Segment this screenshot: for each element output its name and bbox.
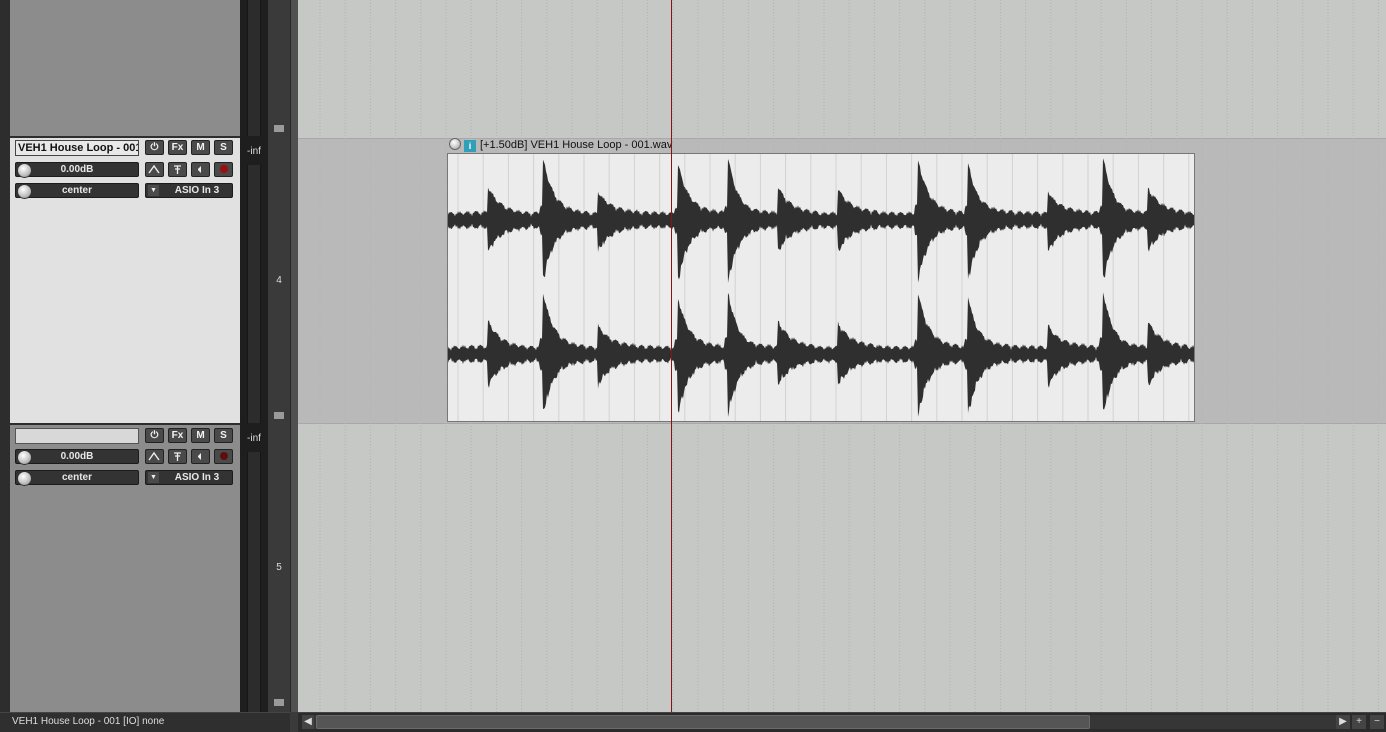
pan-knob-icon[interactable] [17,471,32,486]
envelope-button[interactable] [145,449,164,464]
scrollbar-thumb[interactable] [316,715,1090,729]
envelope-button[interactable] [145,162,164,177]
folder-icon[interactable] [274,699,284,706]
envelope-icon [148,164,160,174]
track-name-field[interactable]: VEH1 House Loop - 001 [15,140,139,156]
scroll-right-icon[interactable]: ▶ [1336,715,1350,729]
track-power-button[interactable]: ⏻ [145,428,164,443]
track-fx-button[interactable]: Fx [168,140,187,155]
track-solo-button[interactable]: S [214,140,233,155]
waveform [448,154,1194,421]
track-mute-button[interactable]: M [191,428,210,443]
track-meter [247,452,261,712]
panel-divider[interactable] [290,0,298,712]
volume-knob-icon[interactable] [17,450,32,465]
playhead-cursor[interactable] [671,0,672,712]
record-arm-button[interactable] [214,449,233,464]
volume-value: 0.00dB [60,451,94,462]
folder-icon[interactable] [274,412,284,419]
scroll-left-icon[interactable]: ◀ [302,715,314,729]
horizontal-scrollbar[interactable]: ◀ ▶ + − [298,712,1386,732]
track-panel-upper[interactable] [10,0,240,136]
routing-icon [174,165,181,174]
arrange-view[interactable]: i [+1.50dB] VEH1 House Loop - 001.wav [298,0,1386,712]
volume-slider[interactable]: 0.00dB [15,449,139,465]
zoom-in-icon[interactable]: + [1352,715,1366,729]
meter-column [240,0,268,712]
volume-knob-icon[interactable] [17,163,32,178]
track-number: 5 [276,562,282,573]
chevron-down-icon[interactable]: ▼ [148,185,159,196]
meter-peak-label: -inf [247,433,261,444]
input-value: ASIO In 3 [174,472,220,483]
input-select[interactable]: ▼ ASIO In 3 [145,470,233,485]
record-arm-button[interactable] [214,162,233,177]
track-power-button[interactable]: ⏻ [145,140,164,155]
media-item-header[interactable]: i [+1.50dB] VEH1 House Loop - 001.wav [449,138,672,153]
pan-knob-icon[interactable] [17,184,32,199]
envelope-icon [148,451,160,461]
pan-slider[interactable]: center [15,183,139,199]
track-control-panel-area: VEH1 House Loop - 001 ⏻ Fx M S 0.00dB ce… [0,0,240,712]
waveform-channel [448,292,1194,417]
record-icon [219,165,228,173]
info-icon[interactable]: i [464,140,476,152]
routing-icon [174,452,181,461]
routing-button[interactable] [168,162,187,177]
status-bar: VEH1 House Loop - 001 [IO] none [0,712,290,732]
track-meter [247,0,261,136]
routing-button[interactable] [168,449,187,464]
input-value: ASIO In 3 [174,185,220,196]
zoom-out-icon[interactable]: − [1370,715,1384,729]
track-panel-5[interactable]: ⏻ Fx M S 0.00dB center ▼ ASIO In 3 [10,425,240,712]
pan-slider[interactable]: center [15,470,139,486]
scrollbar-track[interactable]: ◀ [302,715,1344,729]
speaker-icon [198,453,201,460]
pan-value: center [61,185,92,196]
media-item-label: [+1.50dB] VEH1 House Loop - 001.wav [480,139,673,151]
track-fx-button[interactable]: Fx [168,428,187,443]
phase-button[interactable] [191,162,210,177]
track-panel-4[interactable]: VEH1 House Loop - 001 ⏻ Fx M S 0.00dB ce… [10,138,240,423]
track-number: 4 [276,275,282,286]
chevron-down-icon[interactable]: ▼ [148,472,159,483]
meter-peak-label: -inf [247,146,261,157]
track-name-field[interactable] [15,428,139,444]
volume-slider[interactable]: 0.00dB [15,162,139,178]
waveform-channel [448,158,1194,283]
pan-value: center [61,472,92,483]
input-select[interactable]: ▼ ASIO In 3 [145,183,233,198]
item-lock-icon[interactable] [449,138,461,150]
track-solo-button[interactable]: S [214,428,233,443]
phase-button[interactable] [191,449,210,464]
folder-icon[interactable] [274,125,284,132]
track-number-column: 4 5 [268,0,290,712]
speaker-icon [198,166,201,173]
track-mute-button[interactable]: M [191,140,210,155]
track-meter [247,165,261,423]
media-item[interactable] [447,153,1195,422]
volume-value: 0.00dB [60,164,94,175]
record-icon [219,452,228,460]
